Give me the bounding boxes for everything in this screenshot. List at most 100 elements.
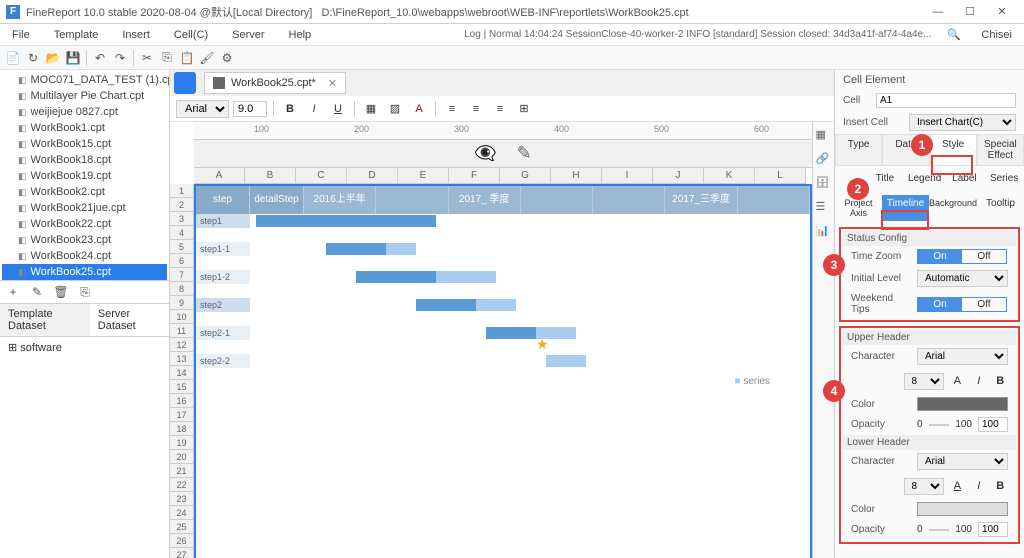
file-item[interactable]: WorkBook15.cpt: [2, 136, 167, 152]
font-a2-button[interactable]: A: [950, 476, 966, 496]
row-header[interactable]: 11: [170, 324, 194, 338]
subtab-tooltip[interactable]: Tooltip: [977, 195, 1024, 221]
row-header[interactable]: 21: [170, 464, 194, 478]
file-item[interactable]: Multilayer Pie Chart.cpt: [2, 88, 167, 104]
menu-template[interactable]: Template: [42, 29, 111, 41]
cut-icon[interactable]: ✂: [138, 49, 156, 67]
size-select[interactable]: 8: [904, 373, 944, 390]
close-button[interactable]: ✕: [986, 2, 1018, 22]
file-item[interactable]: weijiejue 0827.cpt: [2, 104, 167, 120]
edit-icon[interactable]: ✎: [28, 283, 46, 301]
row-header[interactable]: 13: [170, 352, 194, 366]
subtab-background[interactable]: Background: [929, 195, 977, 221]
italic-button[interactable]: I: [304, 99, 324, 119]
menu-cell[interactable]: Cell(C): [162, 29, 220, 41]
subtab-label[interactable]: Label: [945, 170, 985, 187]
row-header[interactable]: 12: [170, 338, 194, 352]
preview-edit-icon[interactable]: ✎: [517, 143, 532, 164]
bold-button[interactable]: B: [280, 99, 300, 119]
col-header[interactable]: B: [245, 168, 296, 184]
char2-select[interactable]: Arial: [917, 453, 1008, 470]
insert-cell-select[interactable]: Insert Chart(C): [909, 114, 1016, 131]
file-item[interactable]: WorkBook1.cpt: [2, 120, 167, 136]
redo-icon[interactable]: ↷: [111, 49, 129, 67]
color-picker[interactable]: [917, 397, 1008, 411]
new-icon[interactable]: 📄: [4, 49, 22, 67]
font-select[interactable]: Arial: [176, 100, 229, 118]
settings-icon[interactable]: ⚙: [218, 49, 236, 67]
subtab-legend[interactable]: Legend: [905, 170, 945, 187]
form-icon[interactable]: [174, 72, 196, 94]
menu-server[interactable]: Server: [220, 29, 276, 41]
group-icon[interactable]: ☰: [816, 200, 832, 216]
subtab-series[interactable]: Series: [984, 170, 1024, 187]
row-header[interactable]: 22: [170, 478, 194, 492]
color2-picker[interactable]: [917, 502, 1008, 516]
file-item[interactable]: WorkBook24.cpt: [2, 248, 167, 264]
underline-button[interactable]: U: [328, 99, 348, 119]
row-header[interactable]: 15: [170, 380, 194, 394]
col-header[interactable]: L: [755, 168, 806, 184]
row-header[interactable]: 19: [170, 436, 194, 450]
row-header[interactable]: 20: [170, 450, 194, 464]
size2-select[interactable]: 8: [904, 478, 944, 495]
file-item[interactable]: WorkBook22.cpt: [2, 216, 167, 232]
link-icon[interactable]: 🔗: [816, 152, 832, 168]
file-item[interactable]: WorkBook18.cpt: [2, 152, 167, 168]
row-header[interactable]: 8: [170, 282, 194, 296]
col-header[interactable]: A: [194, 168, 245, 184]
timezoom-toggle[interactable]: OnOff: [917, 249, 1007, 264]
tab-template-dataset[interactable]: Template Dataset: [0, 304, 90, 336]
col-header[interactable]: E: [398, 168, 449, 184]
col-header[interactable]: C: [296, 168, 347, 184]
open-icon[interactable]: 📂: [44, 49, 62, 67]
add-icon[interactable]: +: [4, 283, 22, 301]
col-header[interactable]: K: [704, 168, 755, 184]
refresh-icon[interactable]: ↻: [24, 49, 42, 67]
fontcolor-button[interactable]: A: [409, 99, 429, 119]
chart-icon[interactable]: 📊: [816, 224, 832, 240]
col-header[interactable]: J: [653, 168, 704, 184]
col-header[interactable]: I: [602, 168, 653, 184]
menu-file[interactable]: File: [0, 29, 42, 41]
border-button[interactable]: ▦: [361, 99, 381, 119]
brush-icon[interactable]: 🖌: [198, 49, 216, 67]
row-header[interactable]: 10: [170, 310, 194, 324]
cell-grid[interactable]: stepdetailStep2016上半年2017_ 季度2017_三季度 st…: [194, 184, 812, 558]
align-right-button[interactable]: ≡: [490, 99, 510, 119]
align-center-button[interactable]: ≡: [466, 99, 486, 119]
font-i2-button[interactable]: I: [971, 476, 987, 496]
row-header[interactable]: 1: [170, 184, 194, 198]
row-header[interactable]: 7: [170, 268, 194, 282]
tab-server-dataset[interactable]: Server Dataset: [90, 304, 169, 336]
row-header[interactable]: 16: [170, 394, 194, 408]
row-header[interactable]: 5: [170, 240, 194, 254]
row-header[interactable]: 9: [170, 296, 194, 310]
grid-icon[interactable]: ▦: [816, 128, 832, 144]
copy-ds-icon[interactable]: ⎘: [76, 283, 94, 301]
opacity2-input[interactable]: [978, 522, 1008, 537]
delete-icon[interactable]: 🗑: [52, 283, 70, 301]
file-item[interactable]: WorkBook19.cpt: [2, 168, 167, 184]
dataset-item[interactable]: ⊞ software: [8, 341, 161, 354]
tab-type[interactable]: Type: [835, 134, 882, 166]
char-select[interactable]: Arial: [917, 348, 1008, 365]
col-header[interactable]: H: [551, 168, 602, 184]
tab-effect[interactable]: Special Effect: [977, 134, 1024, 166]
copy-icon[interactable]: ⎘: [158, 49, 176, 67]
cell-input[interactable]: [876, 93, 1016, 108]
file-item[interactable]: WorkBook25.cpt: [2, 264, 167, 280]
weekend-toggle[interactable]: OnOff: [917, 297, 1007, 312]
minimize-button[interactable]: —: [922, 2, 954, 22]
align-left-button[interactable]: ≡: [442, 99, 462, 119]
font-a-button[interactable]: A: [950, 371, 966, 391]
row-header[interactable]: 23: [170, 492, 194, 506]
opacity-input[interactable]: [978, 417, 1008, 432]
row-header[interactable]: 27: [170, 548, 194, 558]
opacity-slider[interactable]: [929, 424, 950, 426]
fill-button[interactable]: ▨: [385, 99, 405, 119]
opacity2-slider[interactable]: [929, 529, 950, 531]
row-header[interactable]: 3: [170, 212, 194, 226]
subtab-timeline[interactable]: Timeline: [882, 195, 929, 221]
search-icon[interactable]: 🔍: [947, 28, 961, 42]
